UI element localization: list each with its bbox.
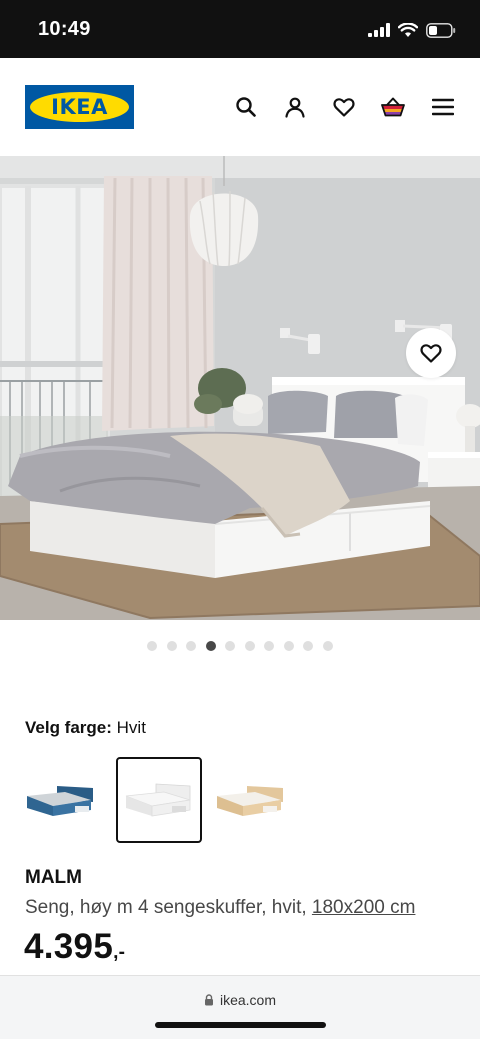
price-value: 4.395: [24, 927, 114, 966]
color-label-value: Hvit: [116, 718, 146, 737]
carousel-dot[interactable]: [205, 641, 216, 651]
account-button[interactable]: [280, 92, 310, 122]
battery-icon: [426, 22, 456, 38]
carousel-dot[interactable]: [186, 641, 197, 651]
carousel-indicators: [0, 641, 480, 651]
product-description: Seng, høy m 4 sengeskuffer, hvit, 180x20…: [25, 897, 415, 919]
color-swatch-white[interactable]: [116, 757, 202, 843]
url-text: ikea.com: [219, 992, 277, 1008]
carousel-dot[interactable]: [283, 641, 294, 651]
heart-icon: [420, 344, 442, 363]
carousel-dot[interactable]: [225, 641, 236, 651]
carousel-dot[interactable]: [166, 641, 177, 651]
product-image[interactable]: [0, 156, 480, 620]
price-suffix: ,-: [113, 942, 126, 963]
basket-button[interactable]: [378, 92, 408, 122]
color-swatch-blue[interactable]: [17, 757, 103, 843]
color-selector-label: Velg farge: Hvit: [25, 718, 146, 738]
logo-text: IKEA: [51, 95, 108, 119]
status-icons: [368, 20, 456, 40]
favourites-button[interactable]: [329, 92, 359, 122]
add-to-favourites-button[interactable]: [406, 328, 456, 378]
carousel-dot[interactable]: [303, 641, 314, 651]
product-name: MALM: [25, 867, 82, 888]
carousel-dot[interactable]: [322, 641, 333, 651]
heart-icon: [333, 98, 355, 117]
product-size-link[interactable]: 180x200 cm: [312, 897, 416, 918]
blue-bed-thumbnail: [27, 786, 93, 816]
color-label-title: Velg farge:: [25, 718, 112, 737]
basket-icon: [381, 97, 405, 117]
browser-url-bar[interactable]: ikea.com: [0, 975, 480, 1039]
menu-icon: [432, 98, 454, 116]
site-header: IKEA: [0, 58, 480, 156]
carousel-dot[interactable]: [264, 641, 275, 651]
logo-oval: IKEA: [30, 92, 129, 122]
product-description-text: Seng, høy m 4 sengeskuffer, hvit,: [25, 897, 307, 918]
cellular-signal-icon: [368, 23, 390, 37]
menu-button[interactable]: [428, 92, 458, 122]
account-icon: [285, 97, 305, 118]
oak-bed-thumbnail: [217, 786, 283, 816]
status-bar: 10:49: [0, 0, 480, 58]
bedroom-scene-illustration: [0, 156, 480, 620]
white-bed-thumbnail: [125, 783, 191, 817]
product-price: 4.395,-: [24, 927, 125, 967]
status-time: 10:49: [38, 18, 91, 40]
ikea-logo[interactable]: IKEA: [25, 85, 134, 129]
carousel-dot[interactable]: [147, 641, 158, 651]
url-display[interactable]: ikea.com: [0, 992, 480, 1008]
carousel-dot[interactable]: [244, 641, 255, 651]
color-swatch-oak-veneer[interactable]: [207, 757, 293, 843]
search-button[interactable]: [231, 92, 261, 122]
lock-icon: [204, 994, 213, 1006]
wifi-icon: [398, 22, 418, 37]
search-icon: [236, 97, 256, 117]
home-indicator[interactable]: [155, 1022, 326, 1028]
